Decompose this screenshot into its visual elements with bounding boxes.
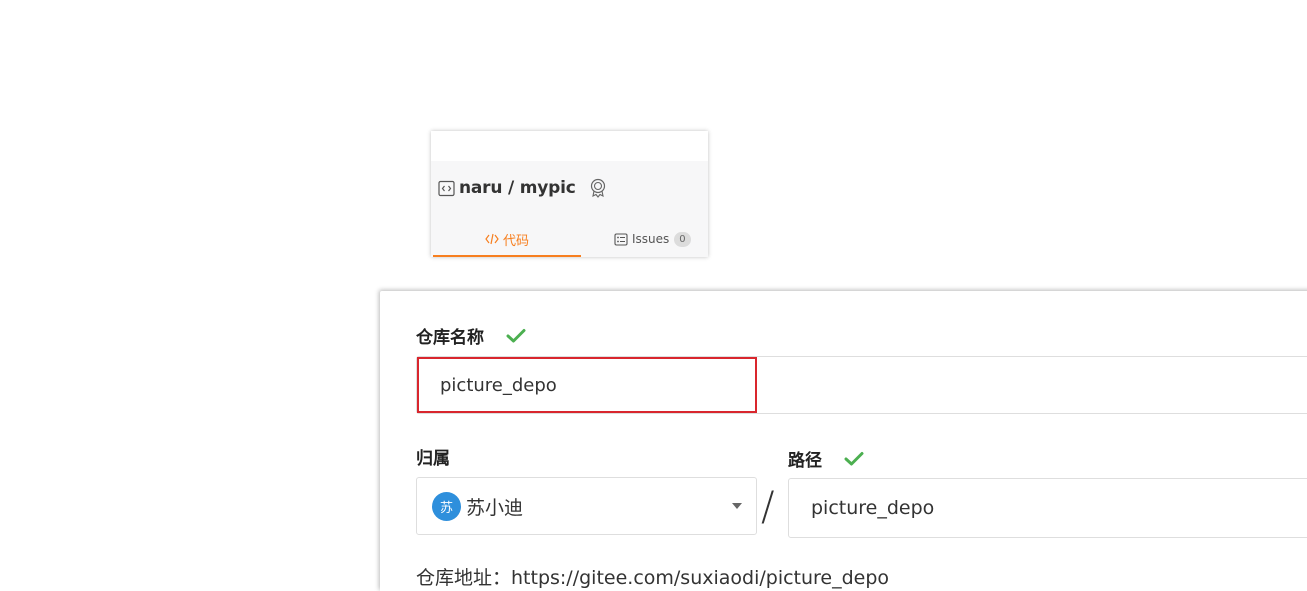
repo-url-text: 仓库地址：https://gitee.com/suxiaodi/picture_… bbox=[416, 567, 890, 589]
repo-name-label-row: 仓库名称 bbox=[416, 323, 526, 348]
path-label: 路径 bbox=[788, 451, 822, 471]
repo-header-card: naru / mypic 代码 Issues 0 bbox=[431, 131, 708, 257]
tab-issues[interactable]: Issues 0 bbox=[614, 223, 691, 255]
tab-code[interactable]: 代码 bbox=[433, 223, 581, 257]
chevron-down-icon[interactable] bbox=[732, 503, 742, 509]
repo-name-input[interactable]: picture_depo bbox=[417, 357, 757, 413]
repo-title-row: naru / mypic bbox=[437, 178, 608, 198]
repo-title[interactable]: naru / mypic bbox=[459, 178, 576, 198]
issues-count-badge: 0 bbox=[674, 231, 691, 247]
repo-name-field[interactable]: picture_depo bbox=[416, 356, 1307, 414]
check-icon bbox=[844, 451, 864, 467]
code-box-icon bbox=[437, 179, 455, 197]
tab-code-label: 代码 bbox=[502, 233, 529, 249]
path-separator: / bbox=[761, 484, 775, 530]
create-repo-form: 仓库名称 picture_depo 归属 路径 苏 苏小迪 / picture_… bbox=[380, 291, 1307, 591]
repo-tabs: 代码 Issues 0 bbox=[431, 223, 708, 257]
check-icon bbox=[506, 328, 526, 344]
owner-select[interactable]: 苏 苏小迪 bbox=[416, 477, 757, 535]
path-label-row: 路径 bbox=[788, 446, 864, 471]
owner-label: 归属 bbox=[416, 449, 450, 469]
avatar: 苏 bbox=[432, 491, 461, 521]
path-input[interactable]: picture_depo bbox=[788, 478, 1307, 538]
repo-name-label: 仓库名称 bbox=[416, 328, 484, 348]
issues-icon bbox=[614, 232, 628, 246]
code-icon bbox=[485, 233, 499, 245]
owner-name: 苏小迪 bbox=[466, 496, 524, 519]
tab-issues-label: Issues bbox=[632, 232, 670, 246]
award-badge-icon bbox=[588, 178, 608, 198]
